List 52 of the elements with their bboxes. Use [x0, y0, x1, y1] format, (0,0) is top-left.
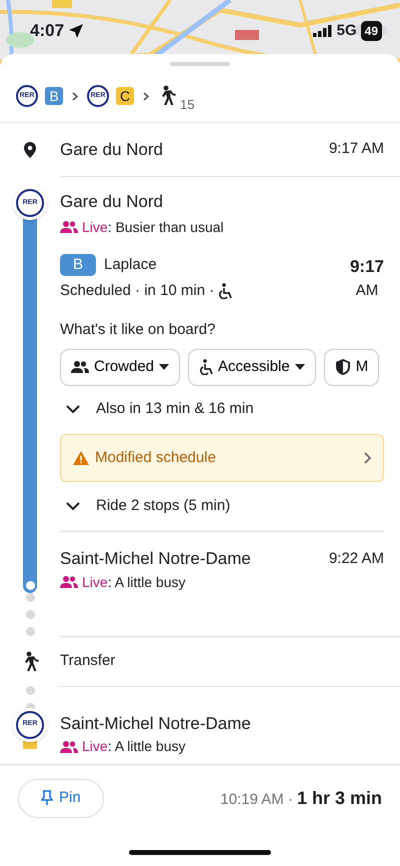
transfer-label: Transfer [60, 650, 116, 671]
route-dot [26, 686, 34, 694]
home-indicator[interactable] [129, 850, 271, 854]
shield-icon [334, 358, 351, 376]
chevron-right-icon [364, 452, 371, 464]
live-crowding: Live: A little busy [82, 737, 186, 756]
line-badge: B [45, 87, 63, 105]
stop-time: 9:22 AM [328, 548, 384, 568]
pin-button[interactable]: Pin [18, 779, 104, 818]
expand-row[interactable]: Ride 2 stops (5 min) [60, 482, 384, 532]
stop-name: Saint-Michel Notre-Dame [60, 548, 251, 570]
people-icon [60, 740, 78, 754]
network-type: 5G [336, 20, 357, 40]
signal-icon [312, 24, 333, 37]
chevron-right-icon [72, 92, 78, 100]
location-arrow-icon [68, 22, 84, 39]
clock-time: 4:07 [30, 20, 64, 42]
wheelchair-icon [199, 359, 214, 376]
time-period: AM [354, 280, 380, 300]
stop-name: Saint-Michel Notre-Dame [60, 712, 252, 734]
route-dot [26, 610, 34, 619]
line-badge: B [60, 254, 96, 276]
departure-status: Scheduled · in 10 min · [60, 281, 214, 301]
alert-banner[interactable]: Modified schedule [60, 434, 384, 482]
destination: Laplace [104, 254, 157, 274]
line-badge: C [116, 87, 134, 105]
arrival-time: 10:19 AM · [220, 790, 293, 810]
stop-time: 9:17 AM [328, 139, 384, 160]
route-dot [26, 627, 34, 636]
chevron-down-icon [66, 502, 80, 511]
walk-minutes: 15 [180, 96, 194, 114]
route-dot [26, 593, 34, 602]
location-pin-icon [24, 142, 36, 158]
feedback-chip[interactable]: Crowded [60, 349, 180, 386]
people-icon [60, 575, 78, 589]
trip-duration: 1 hr 3 min [296, 786, 382, 810]
drag-handle[interactable] [170, 62, 230, 66]
stop-name: Gare du Nord [60, 138, 163, 161]
feedback-chip[interactable]: Accessible [188, 349, 316, 386]
chevron-down-icon [66, 405, 80, 414]
people-icon [60, 220, 78, 234]
chevron-right-icon [143, 92, 149, 100]
expand-row[interactable]: Also in 13 min & 16 min [60, 386, 384, 434]
question-text: What's it like on board? [60, 320, 216, 340]
feedback-chip[interactable]: M [324, 349, 380, 386]
live-crowding: Live: Busier than usual [82, 218, 224, 236]
warning-icon [73, 450, 89, 465]
live-crowding: Live: A little busy [82, 572, 186, 592]
departure-time: 9:17 [350, 256, 384, 278]
pin-icon [41, 790, 53, 806]
people-icon [71, 360, 89, 374]
stop-name: Gare du Nord [60, 191, 164, 213]
